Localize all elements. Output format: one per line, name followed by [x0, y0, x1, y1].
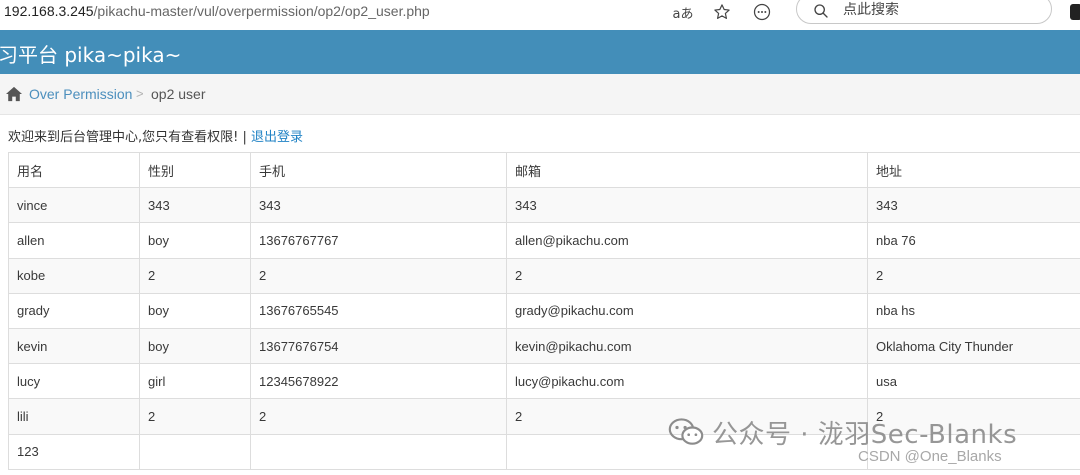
cell-email: grady@pikachu.com — [506, 292, 868, 329]
column-header-address: 地址 — [867, 151, 1080, 189]
wechat-icon — [668, 418, 704, 445]
table-row: grady boy 13676765545 grady@pikachu.com … — [8, 292, 1080, 329]
logout-link[interactable]: 退出登录 — [251, 130, 303, 145]
table-row: kobe 2 2 2 2 — [8, 257, 1080, 294]
extension-icon[interactable] — [1070, 4, 1080, 20]
browser-toolbar: 192.168.3.245/pikachu-master/vul/overper… — [0, 0, 1080, 26]
cell-username: allen — [8, 222, 140, 259]
table-row: kevin boy 13677676754 kevin@pikachu.com … — [8, 327, 1080, 365]
welcome-message: 欢迎来到后台管理中心,您只有查看权限! | 退出登录 — [8, 126, 303, 145]
cell-phone: 2 — [250, 398, 507, 435]
url-host: 192.168.3.245 — [4, 3, 94, 19]
cell-address: usa — [867, 363, 1080, 400]
cell-username: lili — [8, 398, 140, 435]
welcome-text: 欢迎来到后台管理中心,您只有查看权限! | — [8, 130, 251, 145]
cell-gender: girl — [139, 363, 251, 400]
address-bar[interactable]: 192.168.3.245/pikachu-master/vul/overper… — [4, 3, 430, 19]
cell-phone: 13676765545 — [250, 292, 507, 329]
column-header-username: 用名 — [8, 151, 140, 189]
table-row: lucy girl 12345678922 lucy@pikachu.com u… — [8, 363, 1080, 400]
home-icon — [6, 86, 22, 102]
column-header-gender: 性别 — [139, 151, 251, 189]
search-input[interactable] — [843, 1, 1033, 19]
cell-email: allen@pikachu.com — [506, 222, 868, 259]
column-header-phone: 手机 — [250, 151, 507, 189]
cell-gender: boy — [139, 222, 251, 259]
favorite-star-icon[interactable] — [711, 2, 733, 22]
cell-gender — [139, 433, 251, 470]
csdn-watermark: CSDN @One_Blanks — [858, 448, 1002, 465]
cell-email: kevin@pikachu.com — [506, 327, 868, 365]
cell-address: nba hs — [867, 292, 1080, 329]
more-options-icon[interactable] — [751, 2, 773, 22]
cell-username: 123 — [8, 433, 140, 470]
cell-username: grady — [8, 292, 140, 329]
cell-phone: 12345678922 — [250, 363, 507, 400]
cell-gender: boy — [139, 292, 251, 329]
cell-address: 2 — [867, 257, 1080, 294]
table-header-row: 用名 性别 手机 邮箱 地址 — [8, 151, 1080, 189]
cell-phone: 13676767767 — [250, 222, 507, 259]
cell-username: kobe — [8, 257, 140, 294]
column-header-email: 邮箱 — [506, 151, 868, 189]
url-path: /pikachu-master/vul/overpermission/op2/o… — [93, 3, 430, 19]
cell-address: nba 76 — [867, 222, 1080, 259]
breadcrumb-separator: > — [136, 86, 144, 101]
cell-phone: 343 — [250, 187, 507, 224]
breadcrumb-link-over-permission[interactable]: Over Permission — [29, 86, 132, 102]
cell-gender: boy — [139, 327, 251, 365]
read-aloud-icon[interactable]: aあ — [672, 2, 694, 22]
table-row: vince 343 343 343 343 — [8, 187, 1080, 224]
cell-email: lucy@pikachu.com — [506, 363, 868, 400]
watermark-text: 公众号 · 泷羽Sec-Blanks — [712, 419, 1018, 450]
cell-email: 343 — [506, 187, 868, 224]
cell-phone: 2 — [250, 257, 507, 294]
cell-gender: 2 — [139, 257, 251, 294]
cell-address: 343 — [867, 187, 1080, 224]
cell-phone: 13677676754 — [250, 327, 507, 365]
table-row: allen boy 13676767767 allen@pikachu.com … — [8, 222, 1080, 259]
cell-email: 2 — [506, 257, 868, 294]
wechat-watermark: 公众号 · 泷羽Sec-Blanks — [668, 414, 1017, 450]
browser-search-box[interactable] — [796, 0, 1052, 24]
cell-address: Oklahoma City Thunder — [867, 327, 1080, 365]
breadcrumb: Over Permission > op2 user — [0, 74, 1080, 115]
cell-gender: 343 — [139, 187, 251, 224]
cell-username: lucy — [8, 363, 140, 400]
cell-gender: 2 — [139, 398, 251, 435]
breadcrumb-current: op2 user — [151, 86, 206, 102]
cell-username: vince — [8, 187, 140, 224]
cell-phone — [250, 433, 507, 470]
search-icon — [814, 4, 828, 18]
app-title: 习平台 pika~pika~ — [0, 43, 182, 67]
cell-username: kevin — [8, 327, 140, 365]
app-header: 习平台 pika~pika~ — [0, 30, 1080, 74]
